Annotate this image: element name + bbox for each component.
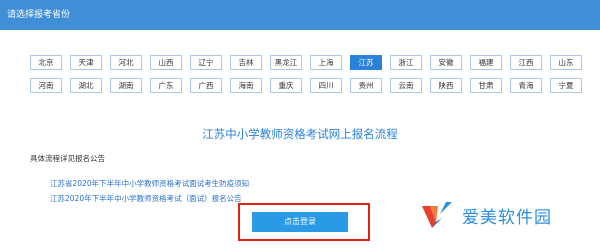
login-button[interactable]: 点击登录 — [252, 212, 348, 232]
province-button[interactable]: 广东 — [150, 78, 182, 93]
province-button[interactable]: 湖北 — [70, 78, 102, 93]
watermark: 爱美软件园 — [420, 200, 552, 230]
province-button[interactable]: 黑龙江 — [270, 55, 302, 70]
watermark-text: 爱美软件园 — [462, 207, 552, 228]
province-button[interactable]: 广西 — [190, 78, 222, 93]
province-button[interactable]: 宁夏 — [550, 78, 582, 93]
province-button[interactable]: 贵州 — [350, 78, 382, 93]
province-button[interactable]: 青海 — [510, 78, 542, 93]
header-bar: 请选择报考省份 — [0, 0, 600, 30]
province-button[interactable]: 云南 — [390, 78, 422, 93]
province-button[interactable]: 河南 — [30, 78, 62, 93]
header-title: 请选择报考省份 — [7, 10, 71, 20]
province-row-2: 河南 湖北 湖南 广东 广西 海南 重庆 四川 贵州 云南 陕西 甘肃 青海 宁… — [30, 78, 582, 93]
province-button[interactable]: 重庆 — [270, 78, 302, 93]
province-button[interactable]: 河北 — [110, 55, 142, 70]
notice-link-registration[interactable]: 江苏2020年下半年中小学教师资格考试（面试）报名公告 — [50, 193, 242, 204]
logo-icon — [422, 202, 452, 228]
province-button[interactable]: 海南 — [230, 78, 262, 93]
province-button[interactable]: 吉林 — [230, 55, 262, 70]
flow-title: 江苏中小学教师资格考试网上报名流程 — [202, 127, 398, 141]
province-button[interactable]: 湖南 — [110, 78, 142, 93]
province-button[interactable]: 陕西 — [430, 78, 462, 93]
province-button[interactable]: 上海 — [310, 55, 342, 70]
province-button[interactable]: 江西 — [510, 55, 542, 70]
detail-label: 具体流程详见报名公告 — [30, 154, 105, 163]
province-button[interactable]: 天津 — [70, 55, 102, 70]
province-button[interactable]: 安徽 — [430, 55, 462, 70]
province-button[interactable]: 浙江 — [390, 55, 422, 70]
province-button[interactable]: 福建 — [470, 55, 502, 70]
notice-link-epidemic[interactable]: 江苏省2020年下半年中小学教师资格考试面试考生防疫须知 — [50, 178, 249, 189]
province-button[interactable]: 北京 — [30, 55, 62, 70]
province-button[interactable]: 甘肃 — [470, 78, 502, 93]
province-button[interactable]: 四川 — [310, 78, 342, 93]
province-row-1: 北京 天津 河北 山西 辽宁 吉林 黑龙江 上海 江苏 浙江 安徽 福建 江西 … — [30, 55, 582, 70]
province-button-selected[interactable]: 江苏 — [350, 55, 382, 70]
province-button[interactable]: 山西 — [150, 55, 182, 70]
province-button[interactable]: 辽宁 — [190, 55, 222, 70]
province-button[interactable]: 山东 — [550, 55, 582, 70]
